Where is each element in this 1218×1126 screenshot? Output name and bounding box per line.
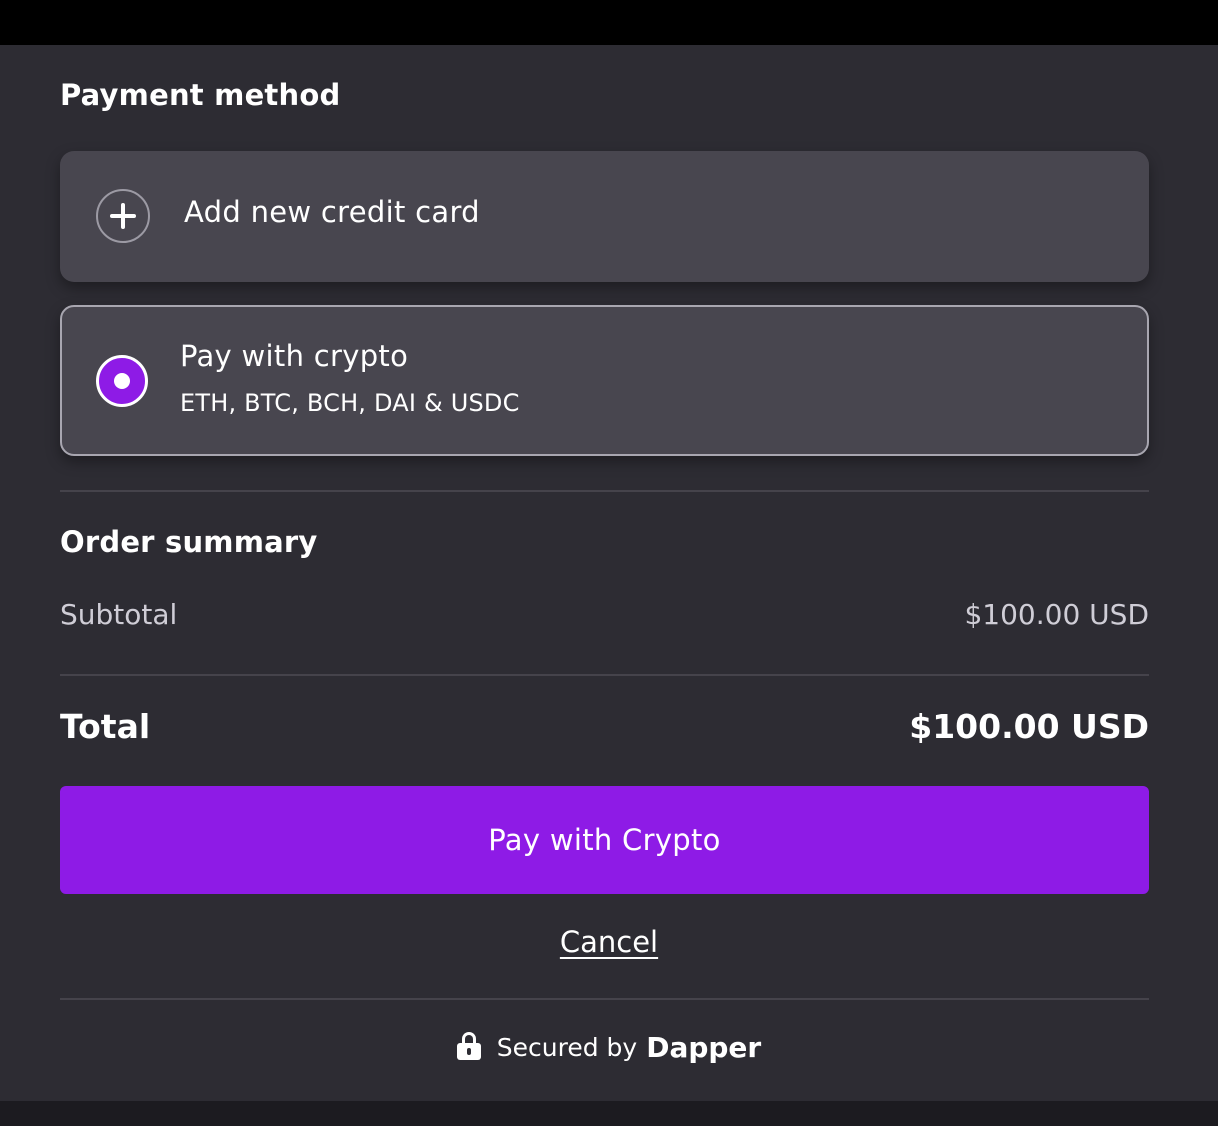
cancel-link[interactable]: Cancel <box>0 925 1218 959</box>
secured-by-footer: Secured by Dapper <box>0 1031 1218 1064</box>
order-summary-heading: Order summary <box>60 525 318 559</box>
bottom-bar <box>0 1101 1218 1126</box>
divider <box>60 674 1149 676</box>
divider <box>60 490 1149 492</box>
secured-by-text: Secured by <box>496 1033 638 1062</box>
add-credit-card-label: Add new credit card <box>184 195 480 229</box>
add-credit-card-option[interactable]: Add new credit card <box>60 151 1149 282</box>
pay-with-crypto-button[interactable]: Pay with Crypto <box>60 786 1149 894</box>
checkout-panel: Payment method Add new credit card Pay w… <box>0 45 1218 1101</box>
subtotal-value: $100.00 USD <box>964 598 1149 631</box>
lock-icon <box>456 1031 481 1060</box>
payment-method-heading: Payment method <box>60 78 341 112</box>
total-label: Total <box>60 707 151 746</box>
divider <box>60 998 1149 1000</box>
total-value: $100.00 USD <box>909 707 1149 746</box>
radio-dot <box>114 373 130 389</box>
radio-selected-icon[interactable] <box>96 355 148 407</box>
subtotal-label: Subtotal <box>60 598 178 631</box>
crypto-option-currencies: ETH, BTC, BCH, DAI & USDC <box>180 389 520 417</box>
dapper-brand: Dapper <box>646 1031 762 1064</box>
pay-with-crypto-option[interactable]: Pay with crypto ETH, BTC, BCH, DAI & USD… <box>60 305 1149 456</box>
crypto-option-title: Pay with crypto <box>180 339 409 373</box>
plus-circle-icon <box>96 189 150 243</box>
